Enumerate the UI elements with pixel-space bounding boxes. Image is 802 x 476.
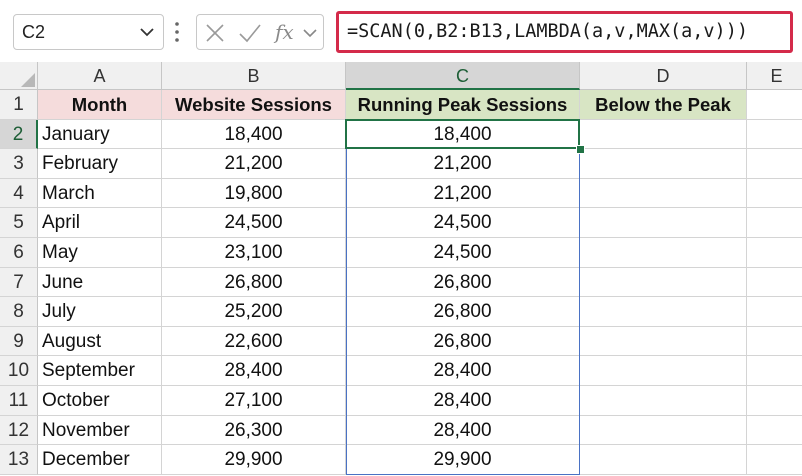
- cell-sessions[interactable]: 26,300: [162, 415, 346, 446]
- column-header-b[interactable]: B: [162, 62, 346, 90]
- row-header[interactable]: 5: [0, 208, 38, 238]
- cell-sessions[interactable]: 18,400: [162, 119, 346, 150]
- chevron-down-icon[interactable]: [301, 21, 319, 45]
- insert-function-icon[interactable]: fx: [275, 20, 294, 44]
- cell-below-peak[interactable]: [580, 238, 747, 268]
- row-header[interactable]: 6: [0, 238, 38, 268]
- header-running-peak[interactable]: Running Peak Sessions: [346, 90, 580, 120]
- cell-empty[interactable]: [747, 90, 802, 120]
- cell-below-peak[interactable]: [580, 445, 747, 475]
- row-header[interactable]: 3: [0, 149, 38, 179]
- name-box-value[interactable]: C2: [22, 22, 45, 43]
- cell-empty[interactable]: [747, 208, 802, 238]
- cell-below-peak[interactable]: [580, 415, 747, 446]
- cell-empty[interactable]: [747, 326, 802, 357]
- cell-month[interactable]: November: [38, 415, 162, 446]
- cell-below-peak[interactable]: [580, 149, 747, 179]
- cell-below-peak[interactable]: [580, 208, 747, 238]
- header-month[interactable]: Month: [38, 90, 162, 120]
- cell-month[interactable]: June: [38, 267, 162, 298]
- cell-month[interactable]: January: [38, 119, 162, 150]
- cell-sessions[interactable]: 29,900: [162, 445, 346, 475]
- formula-text[interactable]: =SCAN(0,B2:B13,LAMBDA(a,v,MAX(a,v))): [347, 21, 748, 42]
- row-header[interactable]: 1: [0, 90, 38, 120]
- cell-empty[interactable]: [747, 356, 802, 386]
- cell-empty[interactable]: [747, 178, 802, 209]
- row-header[interactable]: 7: [0, 267, 38, 298]
- cell-empty[interactable]: [747, 119, 802, 150]
- cell-sessions[interactable]: 27,100: [162, 386, 346, 416]
- cell-running-peak[interactable]: 26,800: [346, 267, 580, 298]
- column-header-a[interactable]: A: [38, 62, 162, 90]
- cell-running-peak[interactable]: 18,400: [346, 119, 580, 150]
- cell-below-peak[interactable]: [580, 297, 747, 327]
- cell-running-peak[interactable]: 28,400: [346, 386, 580, 416]
- cell-sessions[interactable]: 23,100: [162, 238, 346, 268]
- cell-sessions[interactable]: 22,600: [162, 326, 346, 357]
- cell-running-peak[interactable]: 26,800: [346, 326, 580, 357]
- chevron-down-icon[interactable]: [137, 21, 157, 43]
- formula-controls: fx: [196, 14, 324, 50]
- column-header-c[interactable]: C: [346, 62, 580, 90]
- cell-running-peak[interactable]: 24,500: [346, 208, 580, 238]
- cell-sessions[interactable]: 26,800: [162, 267, 346, 298]
- cell-sessions[interactable]: 19,800: [162, 178, 346, 209]
- cell-sessions[interactable]: 21,200: [162, 149, 346, 179]
- cell-running-peak[interactable]: 24,500: [346, 238, 580, 268]
- enter-check-icon[interactable]: [237, 21, 263, 45]
- cell-month[interactable]: December: [38, 445, 162, 475]
- row-header[interactable]: 12: [0, 415, 38, 446]
- fill-handle[interactable]: [576, 145, 585, 155]
- row-header[interactable]: 4: [0, 178, 38, 209]
- cell-empty[interactable]: [747, 267, 802, 298]
- select-all-corner[interactable]: [0, 62, 38, 90]
- cell-running-peak[interactable]: 26,800: [346, 297, 580, 327]
- header-below-peak[interactable]: Below the Peak: [580, 90, 747, 120]
- cell-month[interactable]: February: [38, 149, 162, 179]
- cell-below-peak[interactable]: [580, 356, 747, 386]
- cell-sessions[interactable]: 24,500: [162, 208, 346, 238]
- cell-running-peak[interactable]: 29,900: [346, 445, 580, 475]
- cell-sessions[interactable]: 25,200: [162, 297, 346, 327]
- row-header[interactable]: 10: [0, 356, 38, 386]
- cell-month[interactable]: September: [38, 356, 162, 386]
- cell-month[interactable]: July: [38, 297, 162, 327]
- cell-empty[interactable]: [747, 297, 802, 327]
- cancel-icon[interactable]: [204, 21, 226, 45]
- cell-empty[interactable]: [747, 386, 802, 416]
- cell-below-peak[interactable]: [580, 178, 747, 209]
- name-box[interactable]: C2: [13, 14, 164, 50]
- cell-empty[interactable]: [747, 445, 802, 475]
- cell-month[interactable]: August: [38, 326, 162, 357]
- row-header[interactable]: 9: [0, 326, 38, 357]
- cell-month[interactable]: October: [38, 386, 162, 416]
- row-header[interactable]: 8: [0, 297, 38, 327]
- cell-below-peak[interactable]: [580, 267, 747, 298]
- header-website-sessions[interactable]: Website Sessions: [162, 90, 346, 120]
- column-header-d[interactable]: D: [580, 62, 747, 90]
- cell-empty[interactable]: [747, 415, 802, 446]
- formula-bar-area: C2 fx =SCAN(0,B2:B13,LAMBDA(a,v,MAX(a,v)…: [0, 0, 802, 62]
- row-header[interactable]: 11: [0, 386, 38, 416]
- more-options-icon[interactable]: [172, 17, 182, 47]
- cell-empty[interactable]: [747, 238, 802, 268]
- cell-below-peak[interactable]: [580, 386, 747, 416]
- row-header[interactable]: 13: [0, 445, 38, 475]
- cell-running-peak[interactable]: 21,200: [346, 178, 580, 209]
- cell-month[interactable]: April: [38, 208, 162, 238]
- cell-month[interactable]: March: [38, 178, 162, 209]
- cell-running-peak[interactable]: 28,400: [346, 356, 580, 386]
- cell-below-peak[interactable]: [580, 119, 747, 150]
- cell-sessions[interactable]: 28,400: [162, 356, 346, 386]
- formula-input[interactable]: =SCAN(0,B2:B13,LAMBDA(a,v,MAX(a,v))): [336, 11, 793, 53]
- cell-running-peak[interactable]: 28,400: [346, 415, 580, 446]
- column-header-e[interactable]: E: [747, 62, 802, 90]
- cell-empty[interactable]: [747, 149, 802, 179]
- row-header[interactable]: 2: [0, 119, 38, 150]
- cell-below-peak[interactable]: [580, 326, 747, 357]
- cell-running-peak[interactable]: 21,200: [346, 149, 580, 179]
- cell-month[interactable]: May: [38, 238, 162, 268]
